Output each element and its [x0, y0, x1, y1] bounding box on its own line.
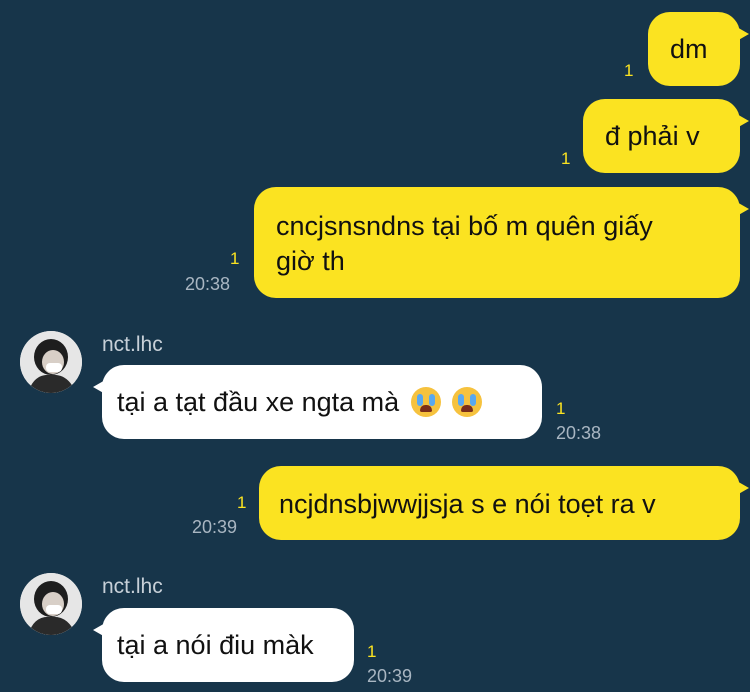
unread-count: 1	[624, 61, 634, 80]
message-bubble-outgoing[interactable]: cncjsnsndns tại bố m quên giấy giờ th	[254, 187, 749, 298]
sender-name: nct.lhc	[102, 333, 163, 356]
message-text: đ phải v	[605, 121, 700, 151]
profile-photo-icon	[20, 331, 82, 393]
unread-count: 1	[237, 493, 247, 512]
sender-name: nct.lhc	[102, 575, 163, 598]
message-text: dm	[670, 34, 708, 64]
loudly-crying-face-icon	[452, 387, 483, 417]
timestamp: 20:39	[192, 517, 238, 537]
timestamp: 20:39	[367, 666, 413, 686]
message-bubble-incoming[interactable]: tại a tạt đầu xe ngta mà	[93, 365, 542, 439]
message-bubble-outgoing[interactable]: dm	[648, 12, 749, 86]
message-bubble-outgoing[interactable]: ncjdnsbjwwjjsja s e nói toẹt ra v	[259, 466, 749, 540]
message-text: tại a tạt đầu xe ngta mà	[117, 387, 400, 417]
message-text: ncjdnsbjwwjjsja s e nói toẹt ra v	[279, 489, 656, 519]
message-bubble-incoming[interactable]: tại a nói điu màk	[93, 608, 354, 682]
unread-count: 1	[556, 399, 566, 418]
profile-photo-icon	[20, 573, 82, 635]
timestamp: 20:38	[185, 274, 231, 294]
message-text-line: giờ th	[276, 246, 345, 276]
message-bubble-outgoing[interactable]: đ phải v	[583, 99, 749, 173]
unread-count: 1	[367, 642, 377, 661]
timestamp: 20:38	[556, 423, 602, 443]
avatar[interactable]	[20, 331, 82, 393]
message-text: tại a nói điu màk	[117, 630, 314, 660]
message-text-line: cncjsnsndns tại bố m quên giấy	[276, 211, 653, 241]
unread-count: 1	[561, 149, 571, 168]
loudly-crying-face-icon	[410, 387, 441, 417]
unread-count: 1	[230, 249, 240, 268]
avatar[interactable]	[20, 573, 82, 635]
